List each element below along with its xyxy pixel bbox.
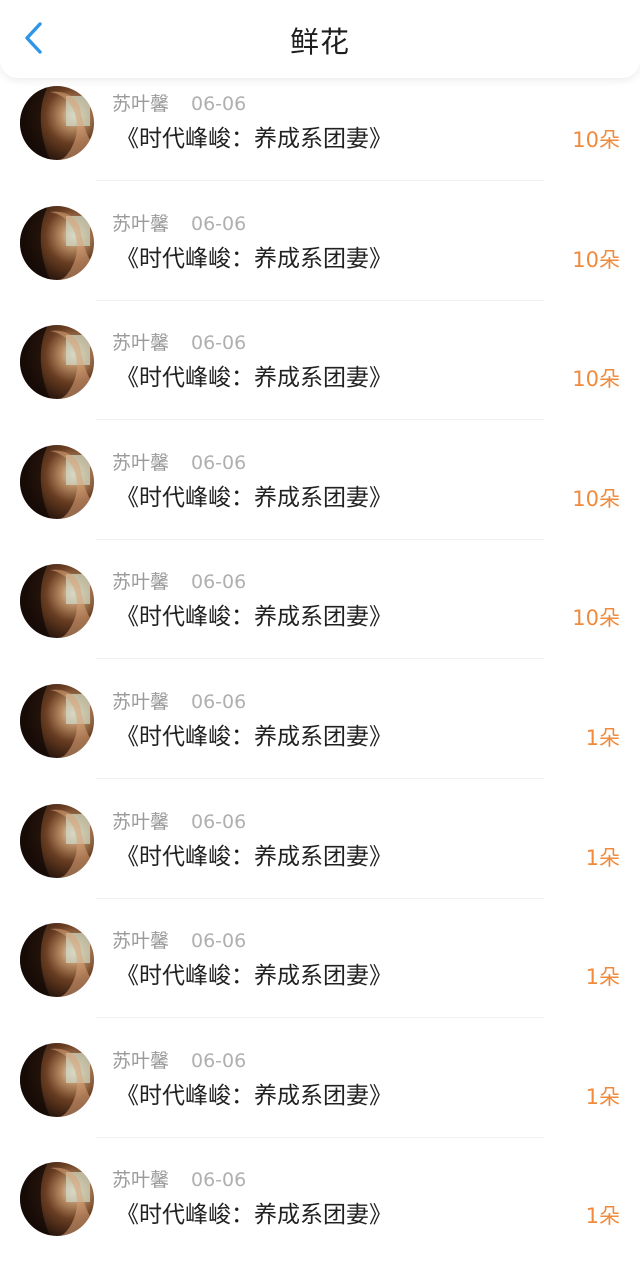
divider (96, 299, 544, 301)
flower-amount: 10朵 (572, 247, 620, 272)
flower-gift-list: 苏叶馨 06-06 《时代峰峻：养成系团妻》 10朵 苏叶馨 06-06 《时代… (0, 82, 640, 1278)
book-title[interactable]: 《时代峰峻：养成系团妻》 (116, 244, 392, 274)
sender-name: 苏叶馨 (112, 332, 170, 355)
gift-date: 06-06 (191, 930, 247, 953)
gift-date: 06-06 (191, 810, 247, 833)
flower-amount: 1朵 (585, 965, 620, 990)
sender-name: 苏叶馨 (112, 571, 170, 594)
book-title[interactable]: 《时代峰峻：养成系团妻》 (116, 1081, 392, 1111)
avatar[interactable] (20, 444, 94, 519)
list-item[interactable]: 苏叶馨 06-06 《时代峰峻：养成系团妻》 10朵 (0, 202, 640, 322)
book-title[interactable]: 《时代峰峻：养成系团妻》 (116, 961, 392, 991)
avatar[interactable] (20, 803, 94, 878)
avatar[interactable] (20, 1042, 94, 1117)
sender-name: 苏叶馨 (112, 1169, 170, 1192)
sender-name: 苏叶馨 (112, 451, 170, 474)
gift-date: 06-06 (191, 690, 247, 713)
list-item[interactable]: 苏叶馨 06-06 《时代峰峻：养成系团妻》 10朵 (0, 82, 640, 202)
list-item[interactable]: 苏叶馨 06-06 《时代峰峻：养成系团妻》 1朵 (0, 919, 640, 1039)
avatar[interactable] (20, 325, 94, 400)
flower-amount: 1朵 (585, 1084, 620, 1109)
book-title[interactable]: 《时代峰峻：养成系团妻》 (116, 1200, 392, 1230)
flower-amount: 1朵 (585, 845, 620, 870)
sender-name: 苏叶馨 (112, 810, 170, 833)
gift-date: 06-06 (191, 1049, 247, 1072)
divider (96, 1136, 544, 1138)
gift-date: 06-06 (191, 332, 247, 355)
sender-name: 苏叶馨 (112, 93, 170, 115)
avatar[interactable] (20, 564, 94, 639)
flower-amount: 10朵 (572, 606, 620, 631)
list-item[interactable]: 苏叶馨 06-06 《时代峰峻：养成系团妻》 1朵 (0, 680, 640, 800)
list-item[interactable]: 苏叶馨 06-06 《时代峰峻：养成系团妻》 1朵 (0, 1158, 640, 1278)
page-title: 鲜花 (289, 25, 350, 59)
avatar[interactable] (20, 205, 94, 280)
list-item[interactable]: 苏叶馨 06-06 《时代峰峻：养成系团妻》 1朵 (0, 1039, 640, 1159)
book-title[interactable]: 《时代峰峻：养成系团妻》 (116, 602, 392, 632)
sender-name: 苏叶馨 (112, 212, 170, 235)
list-item[interactable]: 苏叶馨 06-06 《时代峰峻：养成系团妻》 10朵 (0, 441, 640, 561)
divider (96, 538, 544, 540)
divider (96, 1017, 544, 1019)
gift-date: 06-06 (191, 1169, 247, 1192)
flower-amount: 10朵 (572, 486, 620, 511)
flower-amount: 1朵 (585, 725, 620, 750)
flower-amount: 10朵 (572, 128, 620, 152)
list-item[interactable]: 苏叶馨 06-06 《时代峰峻：养成系团妻》 10朵 (0, 321, 640, 441)
book-title[interactable]: 《时代峰峻：养成系团妻》 (116, 722, 392, 752)
book-title[interactable]: 《时代峰峻：养成系团妻》 (116, 483, 392, 513)
flower-amount: 10朵 (572, 367, 620, 392)
book-title[interactable]: 《时代峰峻：养成系团妻》 (116, 363, 392, 393)
list-item[interactable]: 苏叶馨 06-06 《时代峰峻：养成系团妻》 1朵 (0, 800, 640, 920)
divider (96, 180, 544, 181)
avatar[interactable] (20, 923, 94, 998)
book-title[interactable]: 《时代峰峻：养成系团妻》 (116, 124, 392, 154)
gift-date: 06-06 (191, 451, 247, 474)
list-item[interactable]: 苏叶馨 06-06 《时代峰峻：养成系团妻》 10朵 (0, 560, 640, 680)
sender-name: 苏叶馨 (112, 930, 170, 953)
gift-date: 06-06 (191, 93, 247, 115)
gift-date: 06-06 (191, 212, 247, 235)
avatar[interactable] (20, 683, 94, 758)
book-title[interactable]: 《时代峰峻：养成系团妻》 (116, 842, 392, 872)
gift-date: 06-06 (191, 571, 247, 594)
sender-name: 苏叶馨 (112, 690, 170, 713)
avatar[interactable] (20, 1162, 94, 1237)
divider (96, 777, 544, 779)
divider (96, 658, 544, 660)
divider (96, 897, 544, 899)
flower-amount: 1朵 (585, 1204, 620, 1229)
top-bar: 鲜花 (0, 0, 640, 78)
sender-name: 苏叶馨 (112, 1049, 170, 1072)
divider (96, 419, 544, 421)
avatar[interactable] (20, 86, 94, 160)
